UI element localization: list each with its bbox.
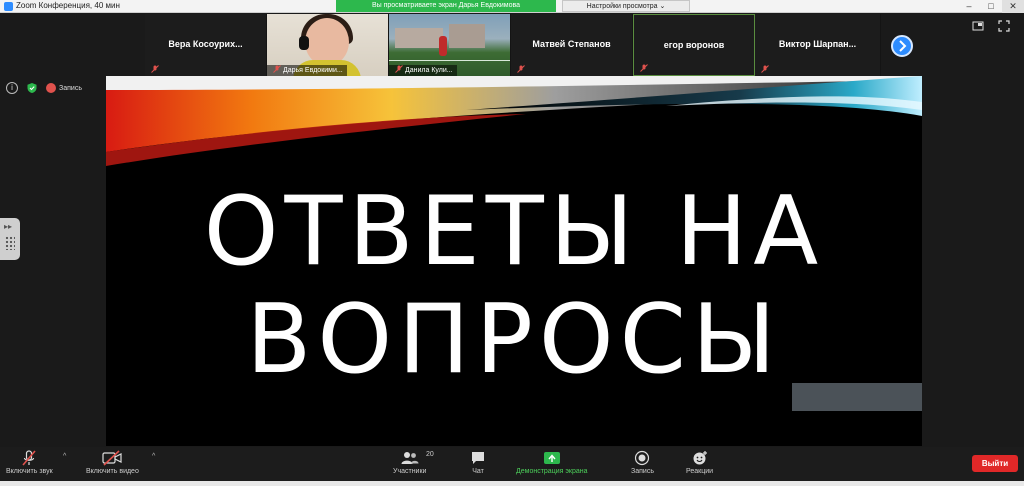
muted-mic-icon — [151, 65, 159, 73]
speaker-view-icon[interactable] — [972, 20, 984, 32]
view-controls — [972, 20, 1010, 32]
chat-icon — [470, 450, 486, 466]
unmute-label: Включить звук — [6, 468, 53, 475]
muted-mic-icon — [273, 65, 281, 73]
meeting-toolbar: Включить звук ^ Включить видео ^ Участни… — [0, 447, 1024, 481]
video-options-caret-icon[interactable]: ^ — [152, 453, 155, 460]
zoom-window: Zoom Конференция, 40 мин – □ ✕ Вы просма… — [0, 0, 1024, 486]
participant-tile-video[interactable]: Дарья Евдокими... — [267, 14, 389, 76]
video-off-icon — [102, 450, 123, 466]
participant-tile[interactable]: Вера Косоурих... — [145, 14, 267, 76]
participants-count: 20 — [426, 451, 434, 458]
record-label: Запись — [631, 468, 654, 475]
start-video-button[interactable]: Включить видео — [86, 450, 139, 475]
fullscreen-icon[interactable] — [998, 20, 1010, 32]
recording-indicator[interactable]: Запись — [46, 83, 82, 93]
participant-name: Матвей Степанов — [532, 39, 611, 49]
participant-tile[interactable]: Виктор Шарпан... — [755, 14, 881, 76]
participant-strip: Вера Косоурих... Дарья Евдокими... Данил… — [145, 14, 881, 76]
muted-mic-icon — [21, 450, 37, 466]
expand-arrows-icon: ▸▸ — [4, 222, 13, 231]
minimize-button[interactable]: – — [958, 0, 980, 13]
reactions-icon — [692, 450, 708, 466]
slide-corner-box — [792, 383, 922, 411]
start-video-label: Включить видео — [86, 468, 139, 475]
zoom-app-icon — [4, 2, 13, 11]
muted-mic-icon — [395, 65, 403, 73]
reactions-button[interactable]: Реакции — [686, 450, 713, 475]
participants-label: Участники — [393, 468, 427, 475]
side-panel-handle[interactable]: ▸▸ — [0, 218, 20, 260]
shared-screen-slide: ОТВЕТЫ НА ВОПРОСЫ — [106, 76, 922, 446]
muted-mic-icon — [640, 64, 648, 72]
chat-label: Чат — [472, 468, 484, 475]
record-icon — [634, 450, 650, 466]
participants-button[interactable]: Участники — [393, 450, 426, 475]
share-screen-button[interactable]: Демонстрация экрана — [516, 450, 588, 475]
participant-tile-active[interactable]: егор воронов — [633, 14, 755, 76]
muted-mic-icon — [517, 65, 525, 73]
recording-label: Запись — [59, 84, 82, 92]
meeting-indicators: i Запись — [6, 82, 82, 94]
info-icon[interactable]: i — [6, 82, 18, 94]
record-button[interactable]: Запись — [631, 450, 654, 475]
participant-name: Виктор Шарпан... — [778, 39, 857, 49]
audio-options-caret-icon[interactable]: ^ — [63, 453, 66, 460]
unmute-button[interactable]: Включить звук — [6, 450, 53, 475]
participant-name: Вера Косоурих... — [168, 39, 243, 49]
share-screen-icon — [543, 450, 561, 466]
muted-mic-icon — [761, 65, 769, 73]
slide-title: ОТВЕТЫ НА ВОПРОСЫ — [106, 178, 922, 394]
close-button[interactable]: ✕ — [1002, 0, 1024, 13]
participant-tile-video[interactable]: Данила Кули... — [389, 14, 511, 76]
chat-button[interactable]: Чат — [470, 450, 486, 475]
window-title: Zoom Конференция, 40 мин — [16, 1, 120, 10]
participant-name: егор воронов — [663, 40, 725, 50]
view-settings-dropdown[interactable]: Настройки просмотра ⌄ — [562, 0, 690, 12]
leave-meeting-button[interactable]: Выйти — [972, 455, 1018, 472]
record-dot-icon — [46, 83, 56, 93]
reactions-label: Реакции — [686, 468, 714, 475]
participant-tile[interactable]: Матвей Степанов — [511, 14, 633, 76]
screen-share-banner: Вы просматриваете экран Дарья Евдокимова — [336, 0, 556, 12]
maximize-button[interactable]: □ — [980, 0, 1002, 13]
participants-icon — [400, 450, 420, 466]
window-controls: – □ ✕ — [958, 0, 1024, 13]
share-screen-label: Демонстрация экрана — [516, 468, 588, 475]
slide-title-line-1: ОТВЕТЫ НА — [203, 177, 825, 287]
slide-decoration-swoosh — [106, 76, 922, 166]
slide-title-line-2: ВОПРОСЫ — [246, 285, 782, 395]
grip-icon — [5, 236, 15, 250]
security-shield-icon[interactable] — [26, 82, 38, 94]
taskbar-edge — [0, 481, 1024, 486]
next-page-arrow-icon[interactable] — [891, 35, 913, 57]
